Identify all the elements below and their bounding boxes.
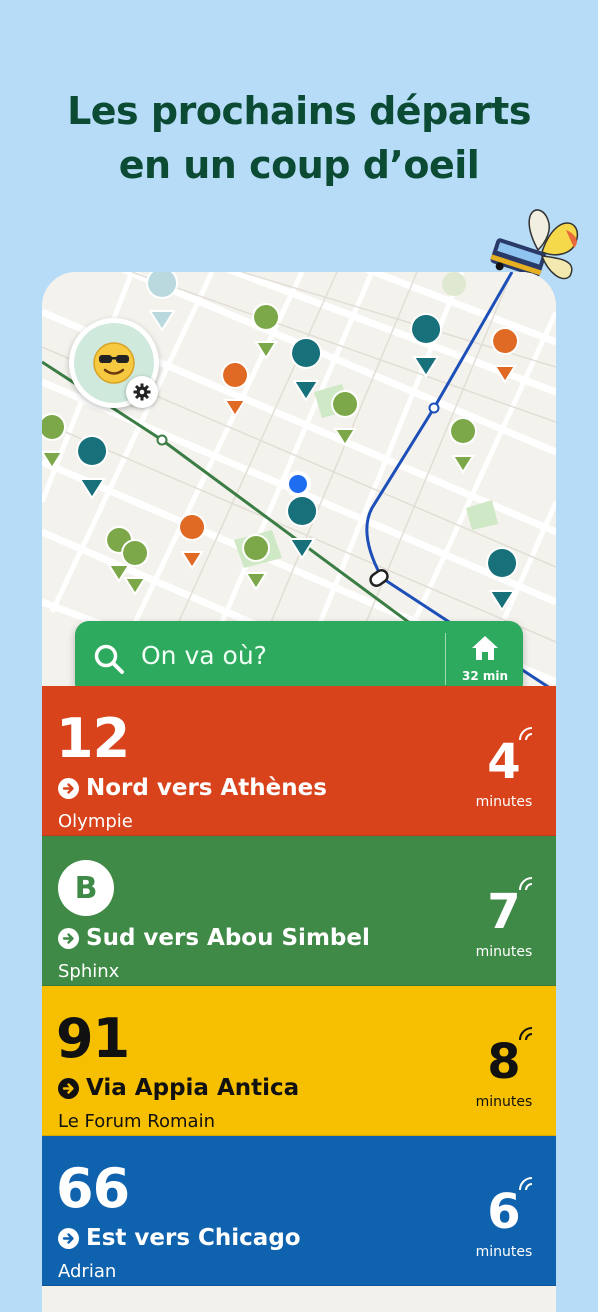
search-placeholder[interactable]: On va où? [141,641,267,670]
direction-label: Est vers Chicago [86,1225,301,1251]
departure-row[interactable]: B Sud vers Abou Simbel Sphinx 7 minutes [42,836,556,986]
minutes-label: minutes [475,794,533,810]
departure-row[interactable]: 91 Via Appia Antica Le Forum Romain 8 minute… [42,986,556,1136]
sunglasses-emoji-icon [93,342,135,384]
departure-direction: Via Appia Antica [58,1075,299,1101]
route-number: 91 [56,1007,130,1070]
departure-row[interactable]: 12 Nord vers Athènes Olympie 4 minutes [42,686,556,836]
minutes-value: 6 [487,1184,521,1240]
search-icon [94,644,124,674]
headline: Les prochains départs en un coup d’oeil [0,84,598,192]
arrow-right-circle-icon [58,777,79,799]
stop-name: Le Forum Romain [58,1111,215,1132]
realtime-signal-icon [519,1027,533,1041]
minutes-value: 7 [487,884,521,940]
departure-direction: Nord vers Athènes [58,775,327,801]
minutes-label: minutes [475,1244,533,1260]
minutes-label: minutes [475,944,533,960]
stop-name: Olympie [58,811,133,832]
stop-name: Adrian [58,1261,117,1282]
departure-direction: Sud vers Abou Simbel [58,925,370,951]
direction-label: Sud vers Abou Simbel [86,925,370,951]
realtime-signal-icon [519,877,533,891]
realtime-signal-icon [519,727,533,741]
minutes-value: 4 [487,734,521,790]
settings-button[interactable] [126,376,158,408]
departure-row[interactable]: 66 Est vers Chicago Adrian 6 minutes [42,1136,556,1286]
departure-direction: Est vers Chicago [58,1225,301,1251]
route-number: 12 [56,707,130,770]
minutes-value: 8 [487,1034,521,1090]
minutes-label: minutes [475,1094,533,1110]
arrow-right-circle-icon [58,1077,79,1099]
gear-icon [133,383,151,401]
realtime-signal-icon [519,1177,533,1191]
home-icon [472,636,498,660]
direction-label: Via Appia Antica [86,1075,300,1101]
departures-list: 12 Nord vers Athènes Olympie 4 minutes B Sud v… [42,686,556,1286]
headline-line-2: en un coup d’oeil [118,143,480,187]
direction-label: Nord vers Athènes [86,775,327,801]
headline-line-1: Les prochains départs [67,89,531,133]
stop-name: Sphinx [58,961,120,982]
route-badge: B [58,860,114,916]
app-screen: On va où? 32 min 12 Nord vers Athènes Olym… [42,272,556,1312]
search-divider [445,633,446,685]
arrow-right-circle-icon [58,927,79,949]
home-travel-time: 32 min [461,669,509,683]
route-number: 66 [56,1157,130,1220]
arrow-right-circle-icon [58,1227,79,1249]
